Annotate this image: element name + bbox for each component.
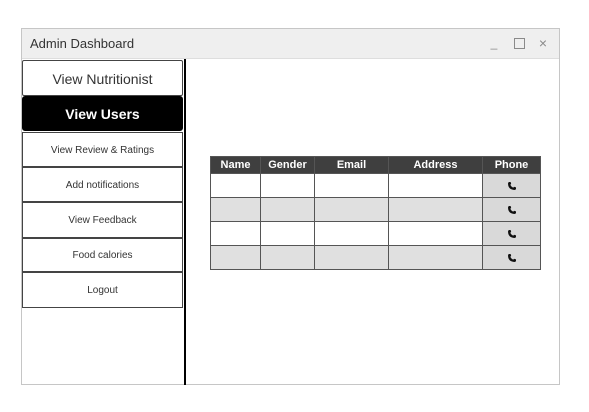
cell-name [210, 197, 261, 222]
cell-phone[interactable] [482, 221, 541, 246]
phone-icon[interactable] [507, 205, 517, 215]
cell-name [210, 221, 261, 246]
column-header-address[interactable]: Address [388, 156, 483, 174]
users-table: Name Gender Email Address Phone [210, 156, 541, 270]
table-row[interactable] [210, 221, 541, 246]
phone-icon[interactable] [507, 253, 517, 263]
maximize-button[interactable] [512, 35, 526, 51]
sidebar-item-label: View Review & Ratings [50, 145, 155, 156]
cell-gender [260, 197, 315, 222]
cell-gender [260, 245, 315, 270]
table-row[interactable] [210, 197, 541, 222]
sidebar: View Nutritionist View Users View Review… [22, 59, 186, 385]
phone-icon[interactable] [507, 229, 517, 239]
cell-address [388, 197, 483, 222]
cell-phone[interactable] [482, 245, 541, 270]
users-table-container: Name Gender Email Address Phone [210, 156, 541, 270]
table-row[interactable] [210, 173, 541, 198]
admin-dashboard-window: Admin Dashboard _ × View Nutritionist Vi… [21, 28, 560, 385]
sidebar-item-label: Food calories [72, 250, 133, 261]
column-header-name[interactable]: Name [210, 156, 261, 174]
sidebar-item-label: View Feedback [68, 215, 137, 226]
column-header-gender[interactable]: Gender [260, 156, 315, 174]
close-button[interactable]: × [536, 35, 550, 51]
sidebar-item-label: Logout [87, 285, 118, 296]
cell-address [388, 173, 483, 198]
sidebar-item-label: View Users [65, 106, 140, 122]
cell-email [314, 245, 389, 270]
cell-gender [260, 221, 315, 246]
title-bar: Admin Dashboard _ × [22, 29, 559, 59]
cell-phone[interactable] [482, 197, 541, 222]
column-header-phone[interactable]: Phone [482, 156, 541, 174]
sidebar-item-view-users[interactable]: View Users [22, 96, 183, 131]
cell-address [388, 221, 483, 246]
sidebar-item-view-feedback[interactable]: View Feedback [22, 202, 183, 238]
cell-gender [260, 173, 315, 198]
cell-email [314, 173, 389, 198]
table-row[interactable] [210, 245, 541, 270]
sidebar-item-food-calories[interactable]: Food calories [22, 238, 183, 272]
cell-email [314, 221, 389, 246]
cell-phone[interactable] [482, 173, 541, 198]
sidebar-item-add-notifications[interactable]: Add notifications [22, 167, 183, 202]
phone-icon[interactable] [507, 181, 517, 191]
cell-email [314, 197, 389, 222]
window-title: Admin Dashboard [30, 36, 135, 51]
sidebar-item-label: View Nutritionist [52, 71, 153, 87]
table-header-row: Name Gender Email Address Phone [210, 156, 541, 174]
cell-address [388, 245, 483, 270]
sidebar-item-view-review-ratings[interactable]: View Review & Ratings [22, 132, 183, 167]
sidebar-item-label: Add notifications [65, 180, 140, 191]
cell-name [210, 245, 261, 270]
maximize-icon [513, 38, 525, 50]
sidebar-item-view-nutritionist[interactable]: View Nutritionist [22, 60, 183, 96]
minimize-button[interactable]: _ [487, 35, 501, 51]
column-header-email[interactable]: Email [314, 156, 389, 174]
cell-name [210, 173, 261, 198]
sidebar-item-logout[interactable]: Logout [22, 272, 183, 308]
